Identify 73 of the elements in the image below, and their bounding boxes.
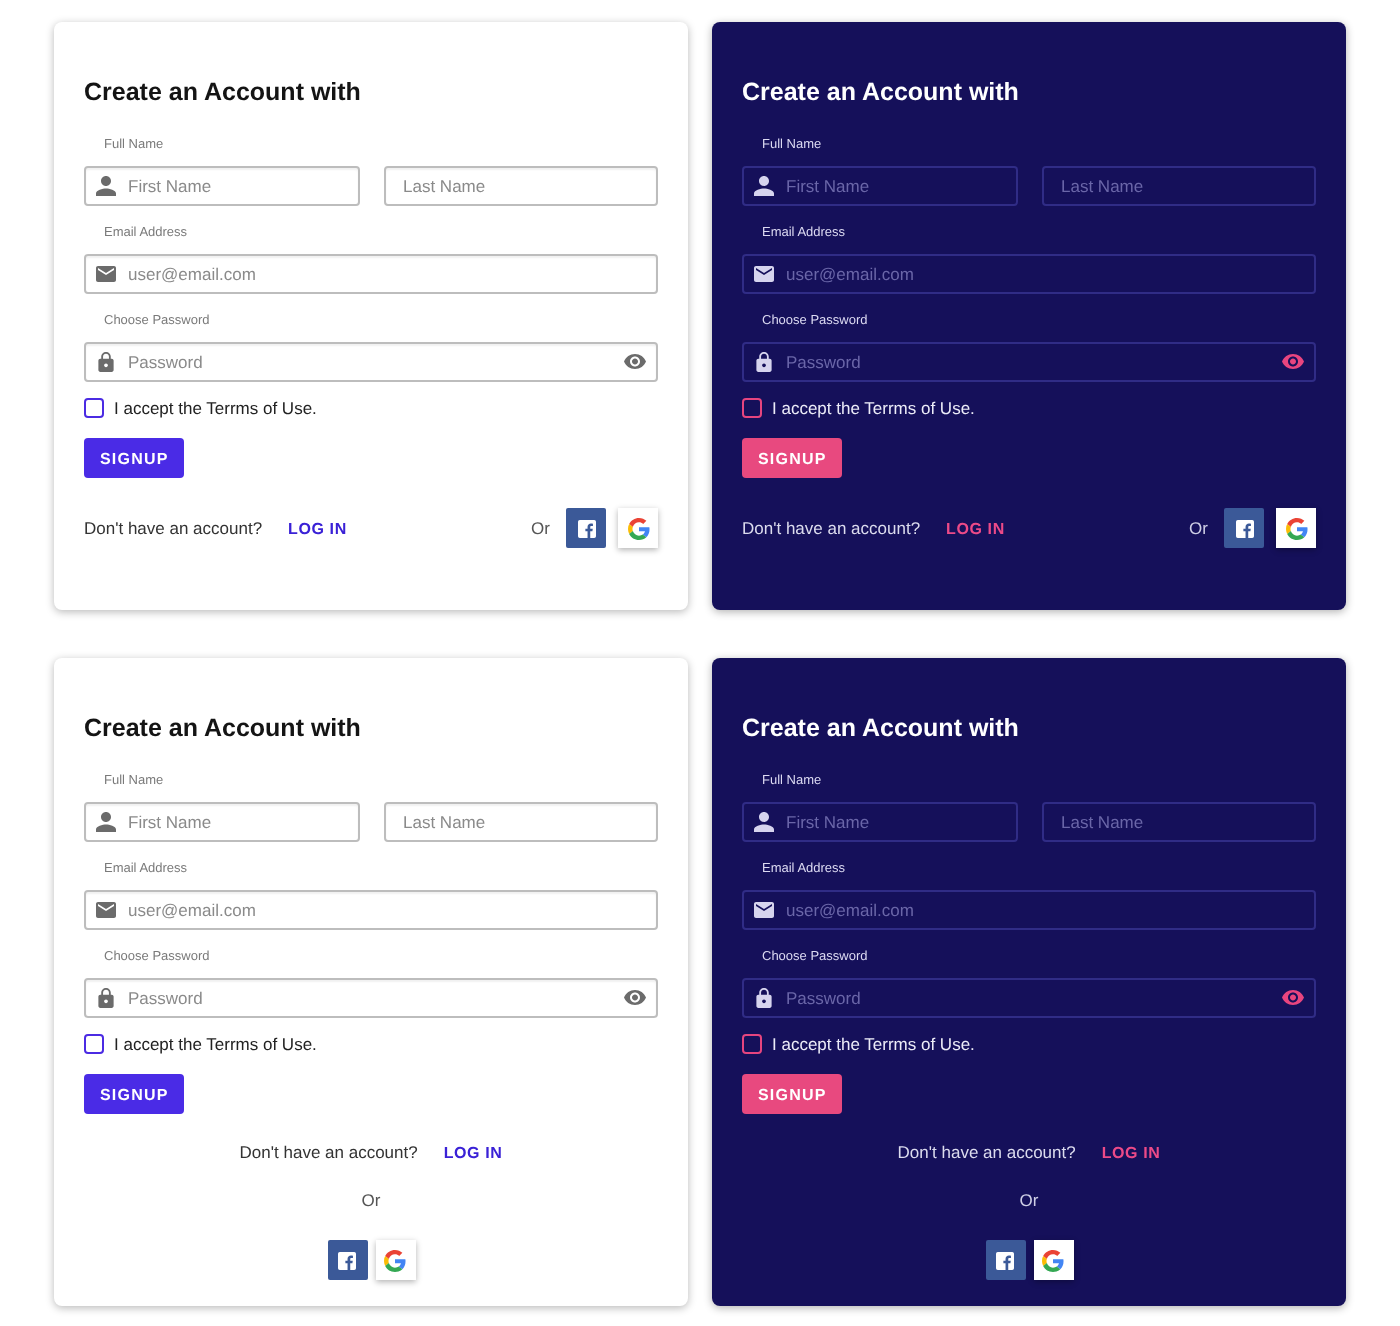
password-field[interactable]: Password [84, 342, 658, 382]
login-link[interactable]: LOG IN [443, 1143, 503, 1161]
facebook-button[interactable] [566, 508, 606, 548]
facebook-button[interactable] [327, 1240, 367, 1280]
person-icon [96, 176, 116, 196]
form-title: Create an Account with [84, 712, 361, 744]
lock-icon [96, 352, 116, 372]
first-name-field[interactable]: First Name [742, 802, 1017, 842]
google-icon [384, 1249, 406, 1271]
login-link[interactable]: LOG IN [1101, 1143, 1161, 1161]
last-name-field[interactable]: Last Name [383, 166, 658, 206]
lock-icon [754, 988, 774, 1008]
or-text: Or [361, 1188, 381, 1212]
terms-label: I accept the Terrms of Use. [772, 398, 975, 418]
email-field[interactable]: user@email.com [742, 890, 1316, 930]
google-icon [1285, 517, 1307, 539]
form-title: Create an Account with [742, 76, 1019, 108]
last-name-field[interactable]: Last Name [1041, 166, 1316, 206]
or-text: Or [1019, 1188, 1039, 1212]
lock-icon [96, 988, 116, 1008]
eye-icon[interactable] [1282, 354, 1304, 370]
email-field[interactable]: user@email.com [84, 890, 658, 930]
first-name-field[interactable]: First Name [84, 166, 359, 206]
signup-button[interactable]: SIGNUP [742, 438, 843, 478]
login-prompt-text: Don't have an account? [897, 1142, 1076, 1162]
signup-button[interactable]: SIGNUP [84, 438, 185, 478]
mail-icon [96, 264, 116, 284]
facebook-button[interactable] [1224, 508, 1264, 548]
last-name-field[interactable]: Last Name [1041, 802, 1316, 842]
email-field[interactable]: user@email.com [742, 254, 1316, 294]
eye-icon[interactable] [624, 354, 646, 370]
last-name-field[interactable]: Last Name [383, 802, 658, 842]
terms-label: I accept the Terrms of Use. [114, 1034, 317, 1054]
facebook-icon [996, 1251, 1014, 1269]
first-name-field[interactable]: First Name [84, 802, 359, 842]
facebook-icon [338, 1251, 356, 1269]
form-title: Create an Account with [742, 712, 1019, 744]
form-title: Create an Account with [84, 76, 361, 108]
login-prompt-text: Don't have an account? [239, 1142, 418, 1162]
terms-checkbox[interactable] [84, 398, 104, 418]
mail-icon [754, 900, 774, 920]
login-prompt-text: Don't have an account? [742, 518, 921, 538]
mail-icon [96, 900, 116, 920]
password-field[interactable]: Password [742, 342, 1316, 382]
login-link[interactable]: LOG IN [288, 519, 347, 537]
eye-icon[interactable] [1282, 990, 1304, 1006]
signup-button[interactable]: SIGNUP [742, 1074, 843, 1114]
facebook-icon [577, 519, 595, 537]
password-field[interactable]: Password [742, 978, 1316, 1018]
first-name-field[interactable]: First Name [742, 166, 1017, 206]
eye-icon[interactable] [624, 990, 646, 1006]
terms-checkbox[interactable] [742, 1034, 762, 1054]
google-button[interactable] [1033, 1240, 1073, 1280]
password-field[interactable]: Password [84, 978, 658, 1018]
terms-checkbox[interactable] [742, 398, 762, 418]
signup-button[interactable]: SIGNUP [84, 1074, 185, 1114]
or-text: Or [1189, 516, 1208, 540]
login-link[interactable]: LOG IN [946, 519, 1005, 537]
facebook-icon [1235, 519, 1253, 537]
person-icon [96, 812, 116, 832]
email-field[interactable]: user@email.com [84, 254, 658, 294]
terms-label: I accept the Terrms of Use. [772, 1034, 975, 1054]
terms-checkbox[interactable] [84, 1034, 104, 1054]
person-icon [754, 176, 774, 196]
person-icon [754, 812, 774, 832]
google-icon [627, 517, 649, 539]
facebook-button[interactable] [985, 1240, 1025, 1280]
login-prompt-text: Don't have an account? [84, 518, 263, 538]
lock-icon [754, 352, 774, 372]
google-icon [1042, 1249, 1064, 1271]
mail-icon [754, 264, 774, 284]
or-text: Or [531, 516, 550, 540]
terms-label: I accept the Terrms of Use. [114, 398, 317, 418]
